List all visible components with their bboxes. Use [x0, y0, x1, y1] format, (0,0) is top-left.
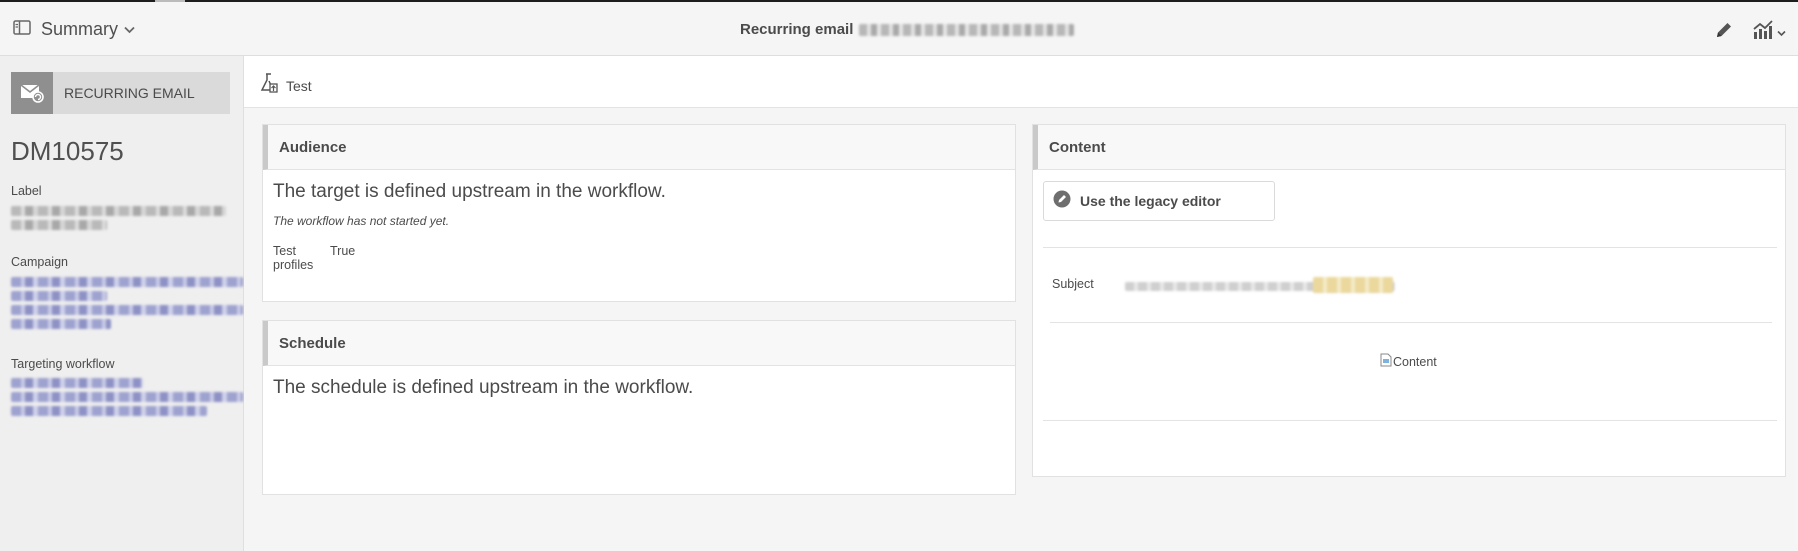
campaign-heading: Campaign: [11, 255, 68, 269]
subject-label: Subject: [1052, 277, 1094, 291]
edit-circle-icon: [1053, 190, 1071, 213]
delivery-code: DM10575: [11, 136, 124, 166]
divider: [1050, 322, 1772, 323]
broken-image-icon: [1380, 353, 1392, 370]
recurring-email-icon: [11, 72, 53, 114]
workflow-status-note: The workflow has not started yet.: [273, 214, 450, 228]
schedule-text: The schedule is defined upstream in the …: [273, 377, 694, 398]
targeting-workflow-link[interactable]: [11, 406, 207, 416]
content-card-title: Content: [1033, 125, 1785, 170]
audience-target-text: The target is defined upstream in the wo…: [273, 181, 666, 202]
schedule-card: Schedule The schedule is defined upstrea…: [262, 320, 1016, 495]
summary-menu-button[interactable]: Summary: [13, 19, 135, 40]
test-button[interactable]: Test: [260, 73, 312, 98]
action-toolbar: Test: [244, 56, 1798, 108]
divider: [1043, 247, 1777, 248]
summary-menu-label: Summary: [41, 19, 119, 39]
targeting-workflow-link[interactable]: [11, 378, 143, 388]
reports-menu-button[interactable]: [1752, 20, 1786, 45]
main-area: Test Audience The target is defined upst…: [244, 56, 1798, 551]
delivery-type-label: RECURRING EMAIL: [64, 85, 195, 101]
page-title-text: Recurring email: [740, 21, 854, 38]
schedule-card-title: Schedule: [263, 321, 1015, 366]
use-legacy-editor-label: Use the legacy editor: [1080, 193, 1221, 209]
panel-toggle-icon: [13, 19, 31, 40]
campaign-link[interactable]: [11, 277, 243, 287]
chevron-down-icon: [1777, 24, 1786, 42]
content-card: Content Use the legacy editor Subject Co…: [1032, 124, 1786, 477]
page-title: Recurring email: [740, 21, 1075, 38]
campaign-link[interactable]: [11, 305, 243, 315]
use-legacy-editor-button[interactable]: Use the legacy editor: [1043, 181, 1275, 221]
content-preview-image: Content: [1380, 353, 1437, 370]
delivery-type-badge: RECURRING EMAIL: [11, 72, 230, 114]
app-header: Summary Recurring email: [0, 2, 1798, 56]
subject-personalization-redacted: [1313, 277, 1393, 293]
targeting-workflow-heading: Targeting workflow: [11, 357, 115, 371]
label-value-redacted: [11, 220, 107, 230]
edit-properties-button[interactable]: [1714, 20, 1734, 45]
targeting-workflow-link[interactable]: [11, 392, 243, 402]
content-image-alt-text: Content: [1393, 354, 1437, 369]
chevron-down-icon: [124, 21, 135, 39]
test-button-label: Test: [286, 77, 312, 94]
campaign-link[interactable]: [11, 291, 107, 301]
flask-icon: [260, 73, 278, 98]
label-heading: Label: [11, 184, 42, 198]
test-profiles-value: True: [330, 244, 356, 258]
test-profiles-label: Test profiles: [273, 244, 314, 272]
divider: [1043, 420, 1777, 421]
label-value-redacted: [11, 206, 226, 216]
campaign-link[interactable]: [11, 319, 111, 329]
audience-card-title: Audience: [263, 125, 1015, 170]
summary-sidebar: RECURRING EMAIL DM10575 Label Campaign T…: [0, 56, 244, 551]
page-title-redacted: [859, 23, 1075, 36]
chart-icon: [1752, 20, 1774, 45]
pencil-icon: [1714, 20, 1734, 45]
audience-card: Audience The target is defined upstream …: [262, 124, 1016, 302]
test-profiles-row: Test profiles True: [273, 244, 1005, 272]
